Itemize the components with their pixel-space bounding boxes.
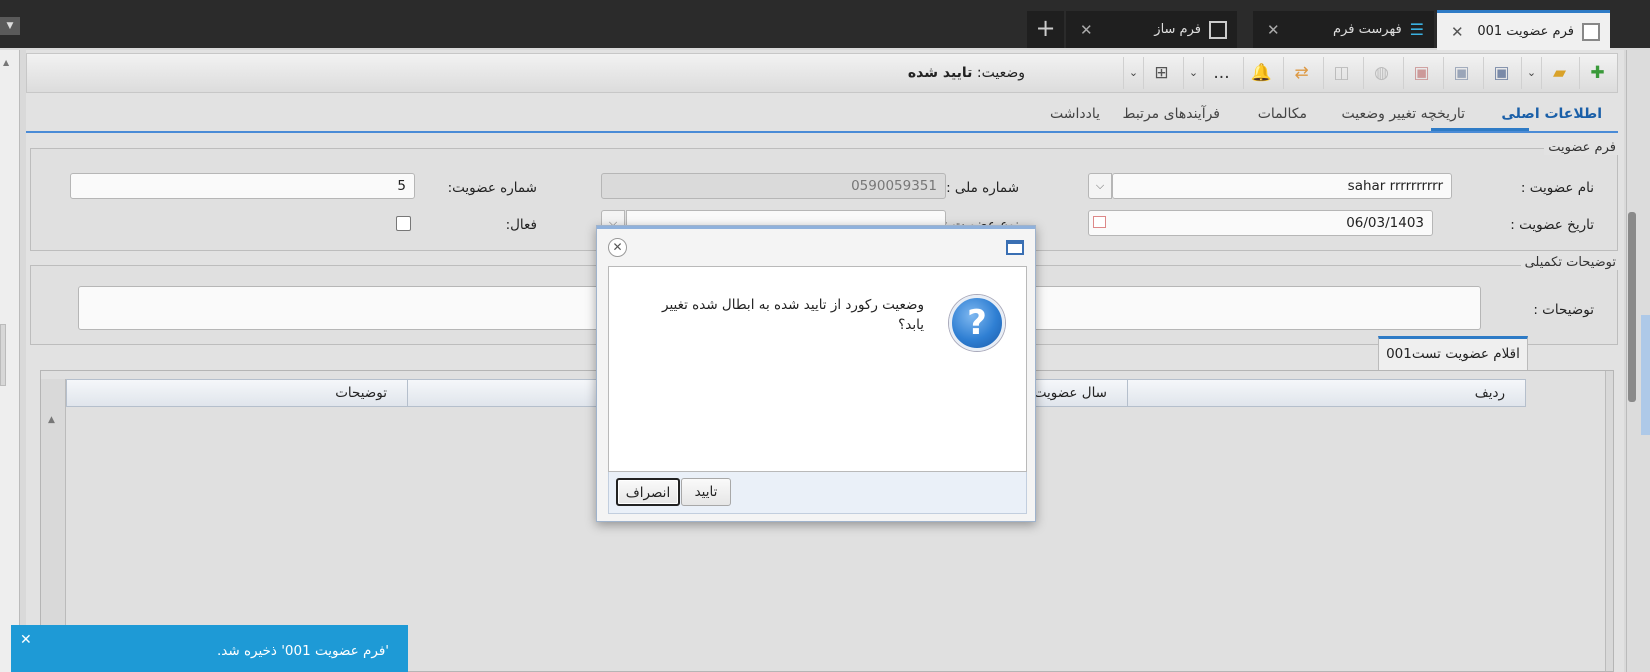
workflow-icon[interactable]: ⊞ [1143,57,1179,89]
date-label: تاریخ عضویت : [1510,217,1594,233]
name-field[interactable]: sahar rrrrrrrrrr [1112,173,1452,199]
member-no-field[interactable]: 5 [70,173,415,199]
right-scrollbar-panel [1626,50,1650,672]
tab-related-processes[interactable]: فرآیندهای مرتبط [1123,106,1220,122]
scrollbar-thumb[interactable] [1628,212,1636,402]
tab-label: فرم عضویت 001 [1477,24,1574,39]
date-field[interactable]: 06/03/1403 [1088,210,1433,236]
save-as-icon[interactable]: ▣ [1443,57,1479,89]
dialog-title-bar [597,226,1035,229]
open-folder-icon[interactable]: ▰ [1541,57,1577,89]
tab-conversations[interactable]: مکالمات [1258,106,1307,122]
side-highlight [1641,315,1650,435]
tab-form-list[interactable]: ✕ ☰ فهرست فرم [1253,11,1434,48]
tab-label: فهرست فرم [1333,22,1402,37]
section-tabs: اطلاعات اصلی تاریخچه تغییر وضعیت مکالمات… [26,94,1618,134]
copy-icon[interactable]: ◫ [1323,57,1359,89]
name-label: نام عضویت : [1520,180,1594,196]
column-header-description[interactable]: توضیحات [67,380,407,406]
active-checkbox[interactable] [396,216,411,231]
national-id-label: شماره ملی : [946,180,1019,196]
toolbar: ✚ ▰ ⌄ ▣ ▣ ▣ ◍ ◫ ⇄ 🔔 ... ⌄ ⊞ ⌄ وضعیت: تای… [26,53,1618,93]
dialog-message: وضعیت رکورد از تایید شده به ابطال شده تغ… [662,297,924,333]
question-icon: ? [949,295,1005,351]
scroll-up-icon[interactable]: ▲ [3,58,9,67]
close-icon[interactable]: ✕ [608,238,627,257]
status-label: وضعیت: [976,65,1025,81]
change-status-icon[interactable]: ⇄ [1283,57,1319,89]
description-label: توضیحات : [1533,302,1594,318]
close-icon[interactable]: ✕ [1080,21,1093,39]
section-legend: فرم عضویت [1544,140,1620,155]
confirm-button[interactable]: تایید [681,478,731,506]
section-legend: توضیحات تکمیلی [1520,255,1620,270]
member-no-label: شماره عضویت: [447,180,537,196]
save-icon[interactable]: ▣ [1483,57,1519,89]
add-tab-button[interactable]: + [1027,11,1064,48]
dialog-body: ? وضعیت رکورد از تایید شده به ابطال شده … [608,266,1027,472]
more-button[interactable]: ... [1203,57,1239,89]
maximize-icon[interactable] [1006,240,1024,255]
top-tab-bar: ▼ + ✕ فرم ساز ✕ ☰ فهرست فرم ✕ فرم عضویت … [0,0,1650,50]
close-icon[interactable]: ✕ [20,632,32,648]
grid-scrollbar[interactable] [1605,371,1613,671]
tab-divider [26,131,1618,133]
panel-resize-handle[interactable] [0,324,6,386]
tab-notes[interactable]: یادداشت [1050,106,1100,122]
calendar-icon[interactable] [1093,216,1106,228]
notification-message: 'فرم عضویت 001' ذخیره شد. [216,643,389,659]
window-menu-dropdown[interactable]: ▼ [0,17,20,35]
left-collapsed-panel: ▲ [0,50,20,672]
form-icon [1209,20,1227,39]
tab-membership-form[interactable]: ✕ فرم عضویت 001 [1437,10,1610,50]
dialog-footer: تایید انصراف [608,472,1027,514]
chevron-down-icon[interactable]: ⌄ [1521,57,1541,89]
chevron-down-icon[interactable]: ⌵ [1088,173,1112,199]
cancel-button[interactable]: انصراف [616,478,680,506]
chevron-down-icon[interactable]: ⌄ [1183,57,1203,89]
save-notification: ✕ 'فرم عضویت 001' ذخیره شد. [11,625,408,672]
status-value: تایید شده [907,65,973,81]
active-label: فعال: [505,217,537,233]
bell-icon[interactable]: 🔔 [1243,57,1279,89]
tab-main-info[interactable]: اطلاعات اصلی [1501,106,1602,122]
close-icon[interactable]: ✕ [1451,23,1464,41]
column-header-row[interactable]: ردیف [1127,380,1525,406]
scroll-up-icon[interactable]: ▲ [48,415,55,425]
status-display: وضعیت: تایید شده [908,65,1025,81]
close-icon[interactable]: ✕ [1267,21,1280,39]
new-record-icon[interactable]: ✚ [1579,57,1615,89]
tab-form-builder[interactable]: ✕ فرم ساز [1066,11,1237,48]
list-icon: ☰ [1409,20,1424,39]
form-icon [1582,22,1600,41]
cancel-icon[interactable]: ◍ [1363,57,1399,89]
national-id-field: 0590059351 [601,173,946,199]
delete-icon[interactable]: ▣ [1403,57,1439,89]
tab-label: فرم ساز [1154,22,1201,37]
tab-status-history[interactable]: تاریخچه تغییر وضعیت [1342,106,1466,122]
grid-tab-items[interactable]: اقلام عضویت تست001 [1378,336,1528,370]
confirm-dialog: ✕ ? وضعیت رکورد از تایید شده به ابطال شد… [596,225,1036,522]
chevron-down-icon[interactable]: ⌄ [1123,57,1143,89]
